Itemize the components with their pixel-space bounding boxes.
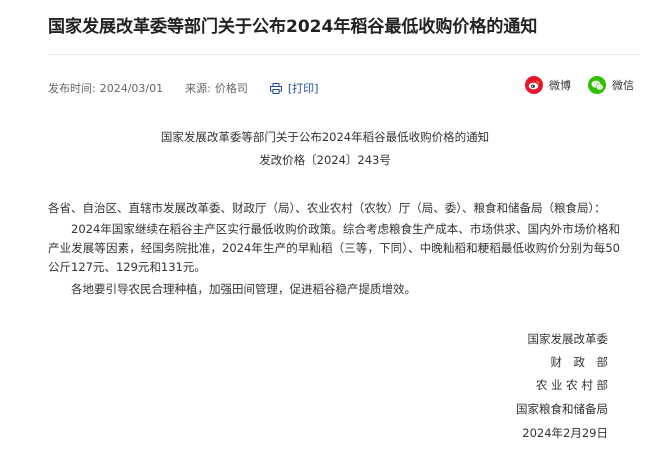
signatory: 国家粮食和储备局 xyxy=(516,402,608,416)
share-weibo-button[interactable]: 微博 xyxy=(525,76,571,94)
printer-icon xyxy=(269,82,282,94)
article-meta: 发布时间: 2024/03/01 来源: 价格司 [打印] xyxy=(48,80,318,96)
weibo-icon xyxy=(525,76,543,94)
title-divider xyxy=(48,54,640,55)
source-value: 价格司 xyxy=(214,82,248,95)
signatory: 农 业 农 村 部 xyxy=(535,378,608,392)
source-label: 来源: xyxy=(185,82,211,95)
share-wechat-button[interactable]: 微信 xyxy=(588,76,634,94)
document-salutation: 各省、自治区、直辖市发展改革委、财政厅（局）、农业农村（农牧）厅（局、委）、粮食… xyxy=(48,201,606,215)
weibo-label: 微博 xyxy=(549,79,571,92)
body-paragraph: 2024年国家继续在稻谷主产区实行最低收购价政策。综合考虑粮食生产成本、市场供求… xyxy=(48,222,620,274)
document-heading: 国家发展改革委等部门关于公布2024年稻谷最低收购价格的通知 xyxy=(160,130,490,144)
document-date: 2024年2月29日 xyxy=(522,426,608,440)
page-title: 国家发展改革委等部门关于公布2024年稻谷最低收购价格的通知 xyxy=(48,17,538,37)
print-label: [打印] xyxy=(287,82,319,95)
publish-label: 发布时间: xyxy=(48,82,96,95)
wechat-label: 微信 xyxy=(612,79,634,92)
signatory: 财 政 部 xyxy=(550,355,609,369)
wechat-icon xyxy=(588,76,606,94)
signatory: 国家发展改革委 xyxy=(527,332,609,346)
print-link[interactable]: [打印] xyxy=(269,80,319,96)
publish-date: 2024/03/01 xyxy=(99,81,164,95)
document-number: 发改价格〔2024〕243号 xyxy=(259,153,391,167)
body-paragraph: 各地要引导农民合理种植，加强田间管理，促进稻谷稳产提质增效。 xyxy=(71,282,416,296)
